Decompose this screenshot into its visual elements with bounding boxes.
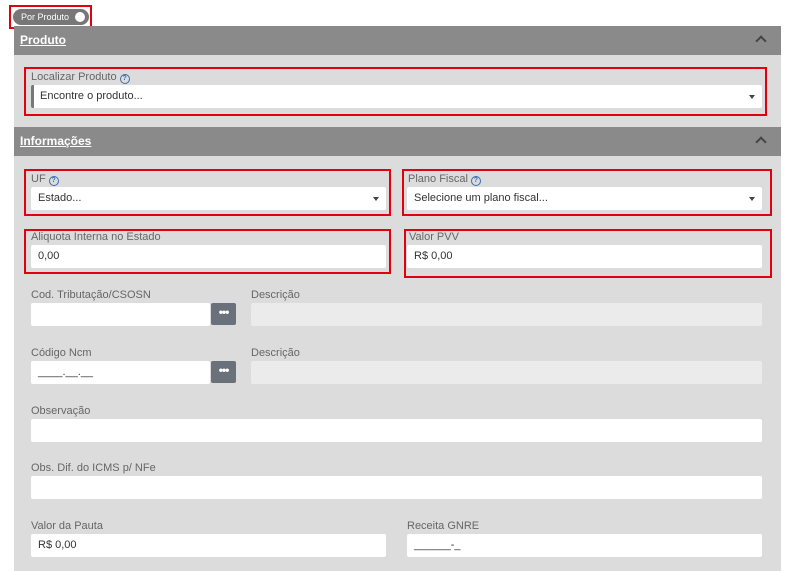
aliquota-label: Aliquota Interna no Estado bbox=[31, 231, 161, 243]
left-accent-bar bbox=[31, 85, 34, 108]
localizar-placeholder: Encontre o produto... bbox=[40, 90, 143, 102]
receita-gnre-label: Receita GNRE bbox=[407, 520, 480, 532]
aliquota-input[interactable]: 0,00 bbox=[31, 245, 386, 268]
por-produto-toggle[interactable]: Por Produto bbox=[13, 9, 89, 25]
uf-value: Estado... bbox=[38, 192, 82, 204]
plano-fiscal-select[interactable]: Selecione um plano fiscal... bbox=[407, 187, 762, 210]
valor-pauta-label: Valor da Pauta bbox=[31, 520, 103, 532]
informacoes-section-header[interactable]: Informações bbox=[14, 127, 781, 156]
cod-tributacao-search-button[interactable]: ••• bbox=[211, 303, 236, 325]
valor-pvv-input[interactable]: R$ 0,00 bbox=[407, 245, 762, 268]
observacao-input[interactable] bbox=[31, 419, 762, 442]
caret-down-icon bbox=[373, 197, 379, 201]
observacao-label: Observação bbox=[31, 405, 91, 417]
chevron-up-icon[interactable] bbox=[755, 136, 767, 148]
localizar-produto-select[interactable]: Encontre o produto... bbox=[31, 85, 762, 108]
plano-fiscal-label: Plano Fiscal? bbox=[408, 173, 481, 186]
codigo-ncm-search-button[interactable]: ••• bbox=[211, 361, 236, 383]
help-icon[interactable]: ? bbox=[119, 74, 130, 84]
caret-down-icon bbox=[749, 95, 755, 99]
valor-pvv-label: Valor PVV bbox=[409, 231, 459, 243]
cod-tributacao-input[interactable] bbox=[31, 303, 210, 326]
produto-header-title: Produto bbox=[20, 33, 66, 47]
descricao1-field bbox=[251, 303, 762, 326]
toggle-knob-icon bbox=[75, 12, 85, 22]
localizar-label-text: Localizar Produto bbox=[31, 71, 117, 83]
chevron-up-icon[interactable] bbox=[755, 35, 767, 47]
help-icon[interactable]: ? bbox=[48, 176, 59, 186]
descricao2-label: Descrição bbox=[251, 347, 300, 359]
codigo-ncm-label: Código Ncm bbox=[31, 347, 92, 359]
codigo-ncm-input[interactable]: ____.__.__ bbox=[31, 361, 210, 384]
cod-tributacao-label: Cod. Tributação/CSOSN bbox=[31, 289, 151, 301]
informacoes-header-title: Informações bbox=[20, 134, 92, 148]
descricao2-field bbox=[251, 361, 762, 384]
toggle-label: Por Produto bbox=[21, 12, 70, 22]
produto-section-header[interactable]: Produto bbox=[14, 26, 781, 55]
uf-label-text: UF bbox=[31, 173, 46, 185]
help-icon[interactable]: ? bbox=[470, 176, 481, 186]
plano-fiscal-value: Selecione um plano fiscal... bbox=[414, 192, 548, 204]
localizar-produto-label: Localizar Produto? bbox=[31, 71, 130, 84]
obs-dif-icms-input[interactable] bbox=[31, 476, 762, 499]
uf-label: UF? bbox=[31, 173, 59, 186]
obs-dif-icms-label: Obs. Dif. do ICMS p/ NFe bbox=[31, 462, 156, 474]
valor-pauta-input[interactable]: R$ 0,00 bbox=[31, 534, 386, 557]
uf-select[interactable]: Estado... bbox=[31, 187, 386, 210]
receita-gnre-input[interactable]: ______-_ bbox=[407, 534, 762, 557]
plano-fiscal-label-text: Plano Fiscal bbox=[408, 173, 468, 185]
descricao1-label: Descrição bbox=[251, 289, 300, 301]
caret-down-icon bbox=[749, 197, 755, 201]
